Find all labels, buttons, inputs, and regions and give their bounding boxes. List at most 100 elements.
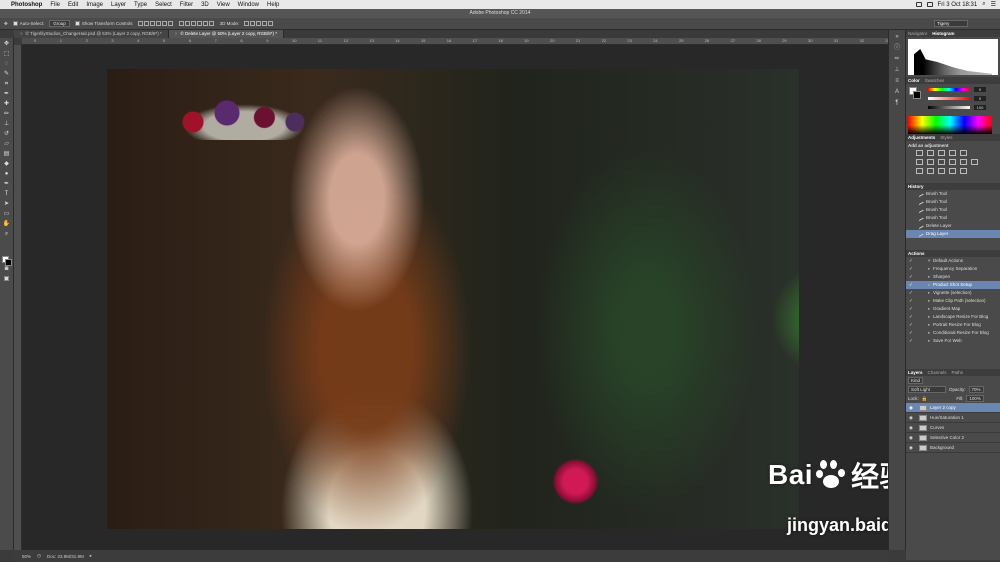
align-right-icon[interactable] [167,20,173,26]
eraser-tool-icon[interactable]: ▱ [3,141,11,148]
layer-row[interactable]: ◉ Background [906,443,1000,453]
align-left-icon[interactable] [155,20,161,26]
menu-layer[interactable]: Layer [111,2,126,8]
distribute-icon[interactable] [190,20,196,26]
marquee-tool-icon[interactable]: ⬚ [3,51,11,58]
menu-select[interactable]: Select [155,2,172,8]
horizontal-ruler[interactable]: 0 1 2 3 4 5 6 7 8 9 10 11 12 13 14 15 16 17 18 19 20 21 22 23 24… [22,38,890,45]
opacity-field[interactable]: 70% [968,386,984,393]
menu-window[interactable]: Window [238,2,259,8]
brush-panel-icon[interactable]: ✏ [893,56,901,63]
tab-adjustments[interactable]: Adjustments [908,134,935,141]
history-item-selected[interactable]: Drag Layer [906,230,1000,238]
quick-mask-icon[interactable]: ◙ [3,266,11,273]
action-item[interactable]: ✓ ▸ Conditional Resize For Blog [906,329,1000,337]
document-tab-active[interactable]: × © Delete Layer @ 50% (Layer 2 copy, RGB… [168,30,284,38]
menu-view[interactable]: View [217,2,230,8]
pen-tool-icon[interactable]: ✒ [3,181,11,188]
menu-filter[interactable]: Filter [180,2,193,8]
action-item[interactable]: ✓ ▸ Make Clip Path (selection) [906,297,1000,305]
battery-icon[interactable] [915,2,922,7]
brightness-value[interactable]: 100 [974,105,986,110]
eyedropper-tool-icon[interactable]: ✒ [3,91,11,98]
paragraph-panel-icon[interactable]: ¶ [893,100,901,107]
history-item[interactable]: Brush Tool [906,198,1000,206]
blur-tool-icon[interactable]: ◆ [3,161,11,168]
bw-adjust-icon[interactable] [938,159,945,165]
action-item[interactable]: ✓ ▸ Gradient Map [906,305,1000,313]
distribute-icon[interactable] [208,20,214,26]
action-item[interactable]: ✓ ▸ Frequency Separation [906,265,1000,273]
selective-color-icon[interactable] [960,168,967,174]
hue-value[interactable]: 0 [974,87,986,92]
3d-scale-icon[interactable] [268,20,274,26]
quick-select-tool-icon[interactable]: ✎ [3,71,11,78]
auto-select-dropdown[interactable]: Group [49,20,70,27]
move-tool-icon[interactable]: ✥ [3,41,11,48]
blend-mode-dropdown[interactable]: Soft Light [908,386,946,393]
distribute-icon[interactable] [196,20,202,26]
action-item[interactable]: ✓ ▸ Landscape Resize For Blog [906,313,1000,321]
brush-tool-icon[interactable]: ✏ [3,111,11,118]
expand-icon[interactable]: ▾ [928,257,930,265]
history-item[interactable]: Brush Tool [906,190,1000,198]
expand-icon[interactable]: ▸ [928,273,930,281]
saturation-value[interactable]: 0 [974,96,986,101]
action-item[interactable]: ✓ ▸ Vignette (selection) [906,289,1000,297]
background-color-chip[interactable] [913,91,921,99]
document-image[interactable] [107,69,799,529]
tab-histogram[interactable]: Histogram [932,30,954,37]
expand-icon[interactable]: ▸ [928,297,930,305]
vibrance-adjust-icon[interactable] [960,150,967,156]
action-item[interactable]: ✓ ▸ Sharpen [906,273,1000,281]
collapse-icon[interactable]: » [893,34,901,41]
color-spectrum[interactable] [908,116,992,134]
exposure-adjust-icon[interactable] [949,150,956,156]
check-icon[interactable]: ✓ [909,337,913,345]
tab-layers[interactable]: Layers [908,369,923,376]
tab-history[interactable]: History [908,183,924,190]
lasso-tool-icon[interactable]: ◌ [3,61,11,68]
distribute-icon[interactable] [184,20,190,26]
visibility-eye-icon[interactable]: ◉ [909,433,913,443]
invert-adjust-icon[interactable] [916,168,923,174]
clock-label[interactable]: Fri 3 Oct 18:31 [938,2,978,8]
3d-slide-icon[interactable] [262,20,268,26]
check-icon[interactable]: ✓ [909,329,913,337]
wifi-icon[interactable] [926,2,933,7]
expand-icon[interactable]: ▸ [928,337,930,345]
tab-styles[interactable]: Styles [940,134,952,141]
zoom-level[interactable]: 50% [22,554,31,559]
gradient-tool-icon[interactable]: ▤ [3,151,11,158]
lock-icon[interactable]: 🔒 [922,396,928,402]
photo-filter-icon[interactable] [949,159,956,165]
expand-icon[interactable]: ▸ [928,305,930,313]
layer-row-selected[interactable]: ◉ Layer 2 copy [906,403,1000,413]
threshold-adjust-icon[interactable] [938,168,945,174]
distribute-icon[interactable] [178,20,184,26]
visibility-eye-icon[interactable]: ◉ [909,443,913,453]
align-vcenter-icon[interactable] [143,20,149,26]
visibility-eye-icon[interactable]: ◉ [909,403,913,413]
doc-size[interactable]: Doc: 23.9M/31.9M [47,554,84,559]
action-item[interactable]: ✓ ▸ Portrait Resize For Blog [906,321,1000,329]
menu-help[interactable]: Help [267,2,279,8]
3d-drag-icon[interactable] [256,20,262,26]
gradient-map-icon[interactable] [949,168,956,174]
hand-tool-icon[interactable]: ✋ [3,221,11,228]
notification-icon[interactable]: ☰ [991,1,996,8]
menu-app-name[interactable]: Photoshop [11,2,42,8]
check-icon[interactable]: ✓ [909,313,913,321]
dodge-tool-icon[interactable]: ● [3,171,11,178]
color-lookup-icon[interactable] [971,159,978,165]
expand-icon[interactable]: ▸ [928,265,930,273]
kind-filter-dropdown[interactable]: Kind [908,377,924,384]
check-icon[interactable]: ✓ [909,257,913,265]
clone-stamp-icon[interactable]: ⊥ [3,121,11,128]
visibility-eye-icon[interactable]: ◉ [909,413,913,423]
zoom-tool-icon[interactable]: ⌕ [3,231,11,238]
auto-select-checkbox[interactable]: Auto-Select: [12,21,44,27]
visibility-eye-icon[interactable]: ◉ [909,423,913,433]
tab-actions[interactable]: Actions [908,250,925,257]
check-icon[interactable]: ✓ [909,297,913,305]
